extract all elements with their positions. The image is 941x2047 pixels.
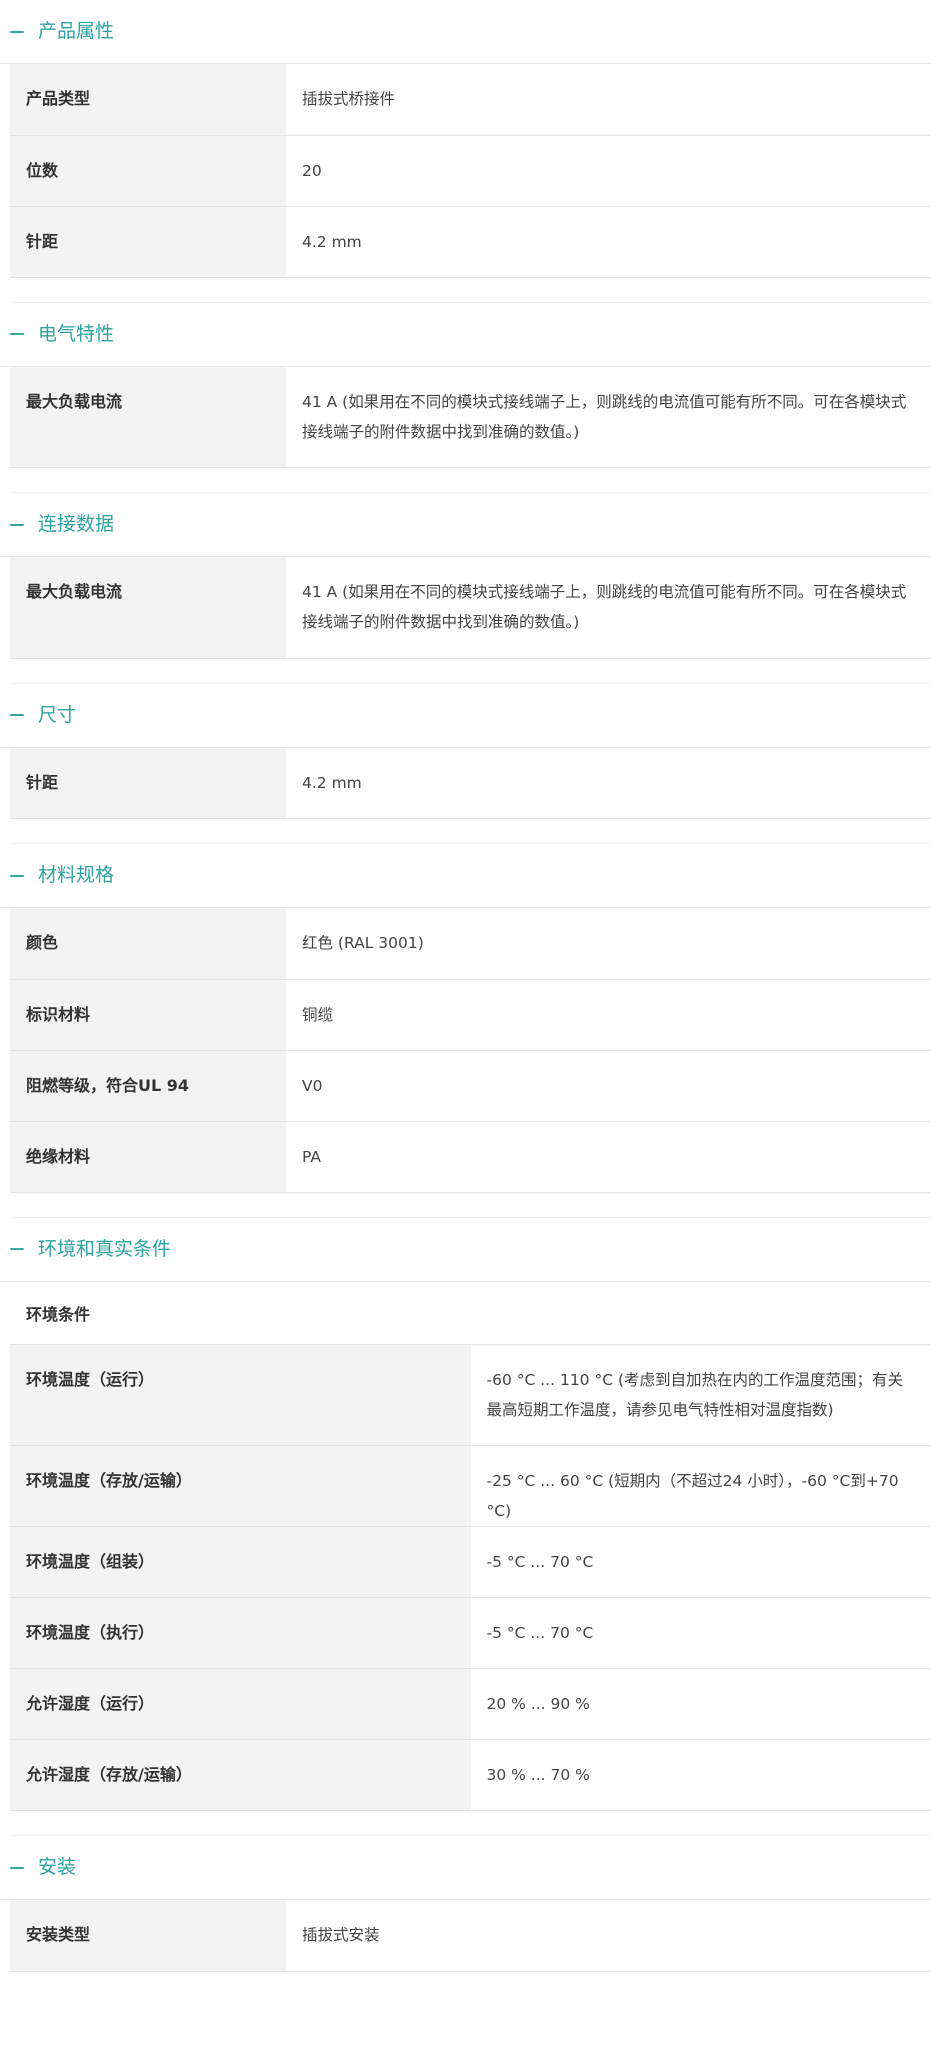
- section-divider: [10, 278, 931, 303]
- section-divider: [10, 659, 931, 684]
- section-header-electrical[interactable]: 电气特性: [0, 303, 931, 367]
- property-label: 阻燃等级，符合UL 94: [10, 1050, 286, 1122]
- table-row: 最大负载电流 41 A (如果用在不同的模块式接线端子上，则跳线的电流值可能有所…: [10, 557, 931, 659]
- property-label: 产品类型: [10, 64, 286, 136]
- property-label: 标识材料: [10, 979, 286, 1051]
- property-value: 20: [286, 135, 931, 207]
- section-environment: 环境和真实条件 环境条件 环境温度（运行） -60 °C ... 110 °C …: [0, 1218, 931, 1836]
- properties-table: 产品类型 插拔式桥接件 位数 20 针距 4.2 mm: [10, 64, 931, 278]
- section-title: 材料规格: [38, 864, 115, 886]
- section-header-material-specs[interactable]: 材料规格: [0, 844, 931, 908]
- section-connection-data: 连接数据 最大负载电流 41 A (如果用在不同的模块式接线端子上，则跳线的电流…: [0, 493, 931, 684]
- property-value: 4.2 mm: [286, 747, 931, 819]
- table-row: 绝缘材料 PA: [10, 1121, 931, 1193]
- table-row: 允许湿度（存放/运输） 30 % ... 70 %: [10, 1739, 931, 1811]
- property-label: 最大负载电流: [10, 366, 286, 468]
- section-divider: [10, 819, 931, 844]
- spec-page: 产品属性 产品类型 插拔式桥接件 位数 20 针距 4.2 mm 电气特性 最大…: [0, 0, 941, 2047]
- property-value: -60 °C ... 110 °C (考虑到自加热在内的工作温度范围；有关最高短…: [470, 1344, 931, 1446]
- property-label: 颜色: [10, 908, 286, 980]
- table-subheading: 环境条件: [10, 1281, 931, 1345]
- collapse-icon[interactable]: [10, 714, 24, 716]
- properties-table: 环境条件 环境温度（运行） -60 °C ... 110 °C (考虑到自加热在…: [10, 1281, 931, 1811]
- section-header-dimensions[interactable]: 尺寸: [0, 684, 931, 748]
- section-divider: [10, 468, 931, 493]
- table-row: 最大负载电流 41 A (如果用在不同的模块式接线端子上，则跳线的电流值可能有所…: [10, 366, 931, 468]
- property-value: 20 % ... 90 %: [470, 1668, 931, 1740]
- section-material-specs: 材料规格 颜色 红色 (RAL 3001) 标识材料 铜缆 阻燃等级，符合UL …: [0, 844, 931, 1218]
- section-title: 电气特性: [38, 322, 115, 345]
- collapse-icon[interactable]: [10, 1866, 24, 1869]
- properties-table: 最大负载电流 41 A (如果用在不同的模块式接线端子上，则跳线的电流值可能有所…: [10, 366, 931, 468]
- section-title: 产品属性: [38, 20, 115, 42]
- table-row: 位数 20: [10, 135, 931, 207]
- section-title: 尺寸: [38, 703, 77, 726]
- section-title: 连接数据: [38, 513, 115, 535]
- collapse-icon[interactable]: [10, 874, 24, 877]
- section-header-product-properties[interactable]: 产品属性: [0, 0, 931, 64]
- property-value: -5 °C ... 70 °C: [470, 1597, 931, 1669]
- property-label: 位数: [10, 135, 286, 207]
- properties-table: 安装类型 插拔式安装: [10, 1900, 931, 1972]
- section-installation: 安装 安装类型 插拔式安装: [0, 1836, 931, 1972]
- table-row: 允许湿度（运行） 20 % ... 90 %: [10, 1668, 931, 1740]
- property-label: 环境温度（组装）: [10, 1526, 471, 1598]
- collapse-icon[interactable]: [10, 333, 24, 335]
- collapse-icon[interactable]: [10, 1248, 24, 1250]
- property-value: 41 A (如果用在不同的模块式接线端子上，则跳线的电流值可能有所不同。可在各模…: [286, 366, 931, 468]
- section-header-environment[interactable]: 环境和真实条件: [0, 1218, 931, 1282]
- property-label: 安装类型: [10, 1900, 286, 1972]
- property-value: PA: [286, 1121, 931, 1193]
- table-row: 环境温度（运行） -60 °C ... 110 °C (考虑到自加热在内的工作温…: [10, 1344, 931, 1446]
- table-row: 标识材料 铜缆: [10, 979, 931, 1051]
- table-subheading-row: 环境条件: [10, 1281, 931, 1345]
- property-label: 针距: [10, 206, 286, 278]
- section-title: 安装: [38, 1856, 77, 1878]
- property-label: 允许湿度（存放/运输）: [10, 1739, 471, 1811]
- section-product-properties: 产品属性 产品类型 插拔式桥接件 位数 20 针距 4.2 mm: [0, 0, 931, 303]
- property-value: 插拔式安装: [286, 1900, 931, 1972]
- property-label: 环境温度（存放/运输）: [10, 1445, 471, 1527]
- properties-table: 针距 4.2 mm: [10, 747, 931, 819]
- property-label: 允许湿度（运行）: [10, 1668, 471, 1740]
- property-label: 针距: [10, 747, 286, 819]
- property-label: 环境温度（运行）: [10, 1344, 471, 1446]
- table-row: 环境温度（组装） -5 °C ... 70 °C: [10, 1526, 931, 1598]
- table-row: 安装类型 插拔式安装: [10, 1900, 931, 1972]
- property-value: 铜缆: [286, 979, 931, 1051]
- property-label: 绝缘材料: [10, 1121, 286, 1193]
- table-row: 颜色 红色 (RAL 3001): [10, 908, 931, 980]
- section-divider: [10, 1193, 931, 1218]
- property-label: 环境温度（执行）: [10, 1597, 471, 1669]
- table-row: 针距 4.2 mm: [10, 747, 931, 819]
- property-value: 红色 (RAL 3001): [286, 908, 931, 980]
- section-title: 环境和真实条件: [38, 1237, 172, 1260]
- section-electrical: 电气特性 最大负载电流 41 A (如果用在不同的模块式接线端子上，则跳线的电流…: [0, 303, 931, 493]
- property-value: V0: [286, 1050, 931, 1122]
- section-header-installation[interactable]: 安装: [0, 1836, 931, 1900]
- section-dimensions: 尺寸 针距 4.2 mm: [0, 684, 931, 844]
- table-row: 产品类型 插拔式桥接件: [10, 64, 931, 136]
- collapse-icon[interactable]: [10, 523, 24, 526]
- property-value: -25 °C ... 60 °C (短期内（不超过24 小时），-60 °C到+…: [470, 1445, 931, 1527]
- collapse-icon[interactable]: [10, 30, 24, 33]
- property-value: -5 °C ... 70 °C: [470, 1526, 931, 1598]
- property-value: 41 A (如果用在不同的模块式接线端子上，则跳线的电流值可能有所不同。可在各模…: [286, 557, 931, 659]
- table-row: 针距 4.2 mm: [10, 206, 931, 278]
- table-row: 环境温度（存放/运输） -25 °C ... 60 °C (短期内（不超过24 …: [10, 1445, 931, 1527]
- property-value: 30 % ... 70 %: [470, 1739, 931, 1811]
- properties-table: 最大负载电流 41 A (如果用在不同的模块式接线端子上，则跳线的电流值可能有所…: [10, 557, 931, 659]
- property-value: 4.2 mm: [286, 206, 931, 278]
- property-value: 插拔式桥接件: [286, 64, 931, 136]
- property-label: 最大负载电流: [10, 557, 286, 659]
- section-header-connection-data[interactable]: 连接数据: [0, 493, 931, 557]
- properties-table: 颜色 红色 (RAL 3001) 标识材料 铜缆 阻燃等级，符合UL 94 V0…: [10, 908, 931, 1193]
- table-row: 阻燃等级，符合UL 94 V0: [10, 1050, 931, 1122]
- table-row: 环境温度（执行） -5 °C ... 70 °C: [10, 1597, 931, 1669]
- section-divider: [10, 1811, 931, 1836]
